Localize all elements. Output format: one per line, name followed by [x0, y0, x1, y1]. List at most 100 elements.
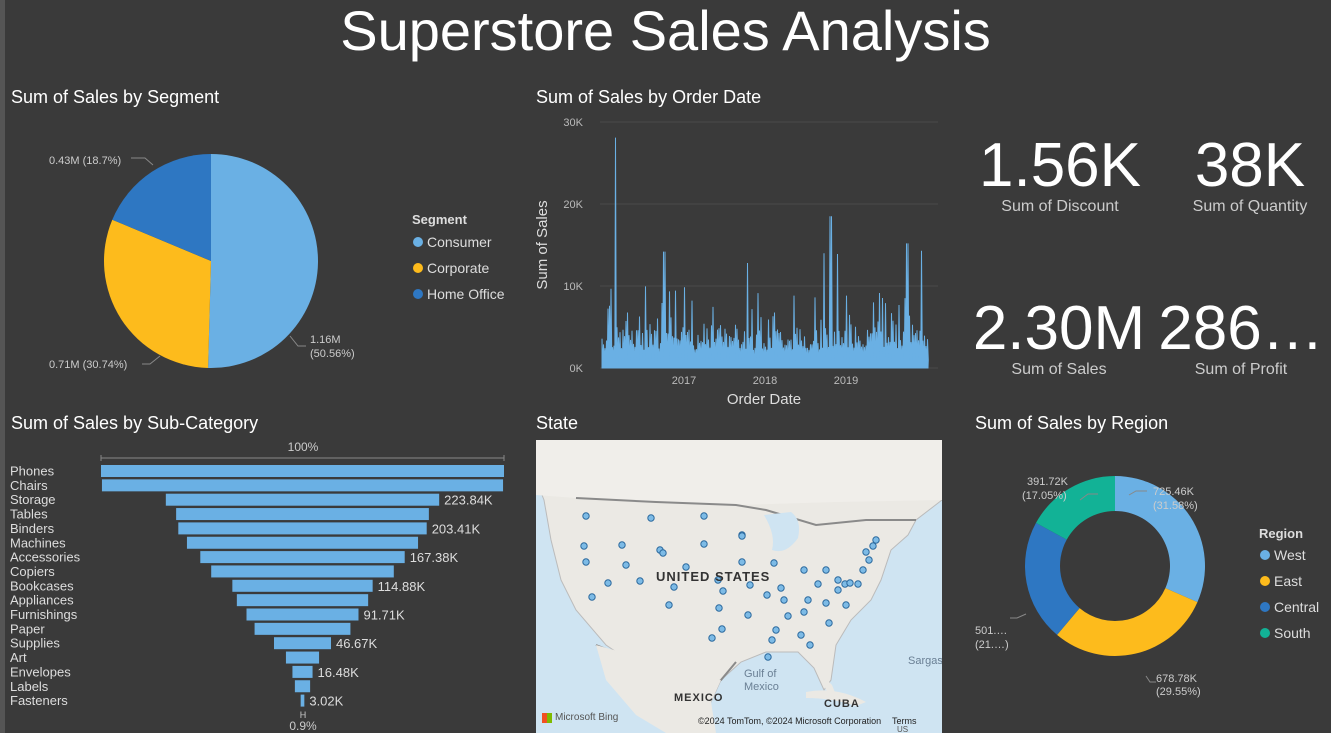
quantity-kpi-value: 38K — [1194, 131, 1306, 200]
consumer-leader-line — [289, 335, 306, 347]
map-state-marker[interactable] — [842, 601, 850, 609]
map-state-marker[interactable] — [806, 641, 814, 649]
region-chart-title: Sum of Sales by Region — [975, 413, 1169, 433]
map-state-marker[interactable] — [764, 653, 772, 661]
funnel-bar-tables[interactable] — [176, 508, 429, 521]
subcategory-funnel-chart[interactable]: 100% H 0.9% PhonesChairsStorage 223.84KTa… — [0, 436, 530, 733]
map-state-marker[interactable] — [580, 542, 588, 550]
legend-label: Corporate — [427, 260, 490, 276]
pie-slice-consumer[interactable] — [208, 154, 319, 368]
funnel-bar-appliances[interactable] — [236, 594, 369, 607]
map-state-marker[interactable] — [768, 636, 776, 644]
legend-dot-icon — [413, 237, 423, 247]
map-state-marker[interactable] — [800, 566, 808, 574]
map-state-marker[interactable] — [834, 586, 842, 594]
funnel-bar-copiers[interactable] — [211, 565, 394, 578]
map-state-marker[interactable] — [604, 579, 612, 587]
map-state-marker[interactable] — [618, 541, 626, 549]
map-state-marker[interactable] — [772, 626, 780, 634]
map-state-marker[interactable] — [665, 601, 673, 609]
funnel-category-label: Accessories — [10, 550, 81, 565]
map-state-marker[interactable] — [797, 631, 805, 639]
funnel-bar-furnishings[interactable] — [246, 608, 359, 621]
funnel-bar-chairs[interactable] — [101, 479, 504, 492]
quantity-kpi-label: Sum of Quantity — [1192, 198, 1308, 215]
map-state-marker[interactable] — [846, 579, 854, 587]
segment-pie-chart[interactable]: 1.16M (50.56%) 0.71M (30.74%) 0.43M (18.… — [0, 110, 400, 400]
discount-kpi-value: 1.56K — [978, 131, 1142, 200]
funnel-bar-phones[interactable] — [101, 465, 504, 477]
map-state-marker[interactable] — [854, 580, 862, 588]
map-state-marker[interactable] — [800, 608, 808, 616]
legend-item-home-office[interactable]: Home Office — [413, 286, 505, 302]
map-state-marker[interactable] — [738, 558, 746, 566]
map-state-marker[interactable] — [869, 542, 877, 550]
map-state-marker[interactable] — [763, 591, 771, 599]
map-state-marker[interactable] — [862, 548, 870, 556]
map-state-marker[interactable] — [708, 634, 716, 642]
map-state-marker[interactable] — [859, 566, 867, 574]
map-state-marker[interactable] — [670, 583, 678, 591]
map-state-marker[interactable] — [719, 587, 727, 595]
home-office-leader-line — [131, 157, 154, 166]
funnel-bar-bookcases[interactable] — [232, 579, 373, 592]
funnel-bar-art[interactable] — [285, 651, 320, 664]
funnel-bar-labels[interactable] — [294, 680, 311, 693]
discount-kpi-label: Sum of Discount — [1001, 198, 1119, 215]
map-state-marker[interactable] — [636, 577, 644, 585]
map-state-marker[interactable] — [647, 514, 655, 522]
funnel-top-percent: 100% — [288, 440, 319, 454]
legend-item-west[interactable]: West — [1260, 547, 1306, 563]
bing-icon — [542, 712, 552, 723]
legend-item-south[interactable]: South — [1260, 625, 1311, 641]
map-state-marker[interactable] — [700, 512, 708, 520]
map-state-marker[interactable] — [780, 596, 788, 604]
map-state-marker[interactable] — [822, 599, 830, 607]
legend-item-central[interactable]: Central — [1260, 599, 1319, 615]
map-state-marker[interactable] — [715, 604, 723, 612]
funnel-category-label: Paper — [10, 621, 45, 636]
map-state-marker[interactable] — [804, 596, 812, 604]
map-state-marker[interactable] — [825, 619, 833, 627]
order-date-line-chart[interactable]: 30K 20K 10K 0K 2017 2018 2019 Order Date… — [530, 110, 940, 410]
legend-item-consumer[interactable]: Consumer — [413, 234, 492, 250]
map-state-marker[interactable] — [777, 584, 785, 592]
funnel-bar-accessories[interactable] — [200, 551, 405, 564]
funnel-bar-supplies[interactable] — [274, 637, 331, 650]
funnel-bar-envelopes[interactable] — [292, 665, 313, 678]
legend-item-east[interactable]: East — [1260, 573, 1302, 589]
funnel-bar-storage[interactable] — [165, 493, 440, 506]
map-state-marker[interactable] — [744, 611, 752, 619]
map-state-marker[interactable] — [814, 580, 822, 588]
map-state-marker[interactable] — [822, 566, 830, 574]
map-state-marker[interactable] — [582, 558, 590, 566]
region-donut-chart[interactable]: 725.46K (31.58%) 678.78K (29.55%) 501.… … — [960, 436, 1210, 733]
map-state-marker[interactable] — [659, 549, 667, 557]
funnel-bar-fasteners[interactable] — [300, 694, 305, 707]
legend-dot-icon — [1260, 628, 1270, 638]
state-map[interactable]: UNITED STATES MEXICO CUBA Gulf of Mexico… — [536, 440, 942, 733]
legend-label: Home Office — [427, 286, 505, 302]
legend-item-corporate[interactable]: Corporate — [413, 260, 489, 276]
map-state-marker[interactable] — [738, 532, 746, 540]
map-state-marker[interactable] — [834, 576, 842, 584]
map-state-marker[interactable] — [582, 512, 590, 520]
home-office-data-label: 0.43M (18.7%) — [49, 155, 121, 167]
funnel-bar-machines[interactable] — [186, 536, 419, 549]
map-state-marker[interactable] — [588, 593, 596, 601]
map-state-marker[interactable] — [865, 556, 873, 564]
map-state-marker[interactable] — [784, 612, 792, 620]
donut-slice-east[interactable] — [1057, 588, 1198, 656]
funnel-category-label: Fasteners — [10, 693, 68, 708]
funnel-bar-binders[interactable] — [178, 522, 427, 535]
map-state-marker[interactable] — [872, 536, 880, 544]
corporate-leader-line — [142, 355, 161, 365]
map-state-marker[interactable] — [718, 625, 726, 633]
funnel-value-label: 46.67K — [336, 636, 378, 651]
funnel-value-label: 3.02K — [309, 694, 343, 709]
map-state-marker[interactable] — [770, 559, 778, 567]
map-state-marker[interactable] — [700, 540, 708, 548]
dashboard-title: Superstore Sales Analysis — [340, 0, 991, 62]
map-state-marker[interactable] — [622, 561, 630, 569]
funnel-bar-paper[interactable] — [254, 622, 351, 635]
